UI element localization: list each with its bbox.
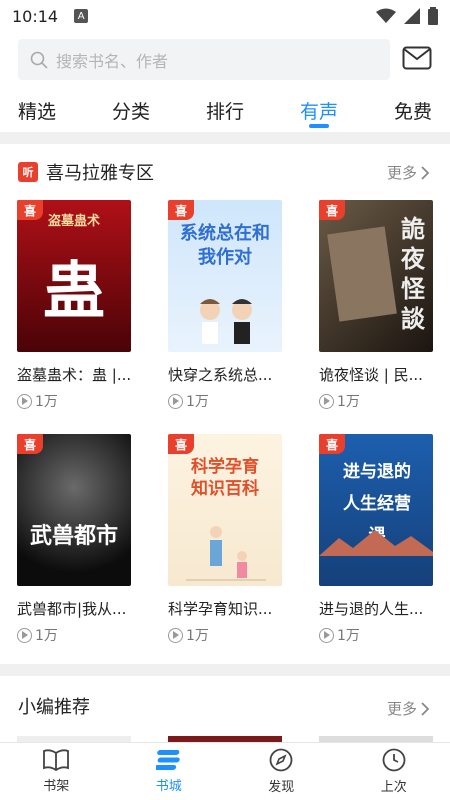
cover-illustration (327, 226, 397, 322)
more-label: 更多 (386, 164, 417, 182)
section-divider (0, 664, 450, 676)
more-label: 更多 (386, 700, 417, 718)
tab-featured[interactable]: 精选 (18, 88, 56, 132)
book-title: 快穿之系统总... (168, 366, 273, 384)
book-cover: 武兽都市 喜 (17, 434, 131, 586)
play-icon (17, 393, 32, 409)
play-icon (168, 393, 183, 409)
cover-illustration (200, 299, 252, 344)
cover-title: 武兽都市 (29, 524, 118, 549)
nav-label: 书架 (43, 779, 70, 794)
book-plays: 1万 (168, 391, 284, 411)
play-count: 1万 (186, 628, 209, 644)
nav-discover[interactable]: 发现 (225, 743, 338, 800)
book-plays: 1万 (168, 625, 284, 645)
book-card[interactable]: 进与退的人生经营课 喜 进与退的人生... 1万 (319, 434, 435, 645)
book-plays: 1万 (17, 391, 133, 411)
editor-picks-section: 小编推荐 更多 (0, 676, 450, 742)
more-link[interactable]: 更多 (387, 162, 430, 183)
cover-big-char: 蛊 (42, 254, 105, 327)
category-tabs: 精选 分类 排行 有声 免费 (0, 88, 450, 132)
play-icon (168, 627, 183, 643)
search-placeholder: 搜索书名、作者 (56, 51, 169, 71)
search-icon (30, 51, 48, 69)
cover-title: 詭夜怪談 (401, 215, 425, 333)
play-icon (319, 627, 334, 643)
section-title: 喜马拉雅专区 (46, 163, 154, 184)
message-button[interactable] (402, 46, 432, 70)
nav-recent[interactable]: 上次 (338, 743, 450, 800)
tab-audio[interactable]: 有声 (300, 88, 338, 132)
status-time: 10:14 (12, 6, 59, 26)
book-plays: 1万 (17, 625, 133, 645)
play-icon (17, 627, 32, 643)
bottom-navigation: 书架 书城 发现 上次 (0, 742, 450, 800)
ximalaya-badge: 喜 (17, 434, 43, 454)
book-title: 盗墓蛊术：蛊 |... (17, 366, 132, 384)
search-bar-area: 搜索书名、作者 (0, 32, 450, 88)
tab-categories[interactable]: 分类 (112, 88, 150, 132)
nav-label: 上次 (380, 780, 407, 795)
battery-icon (428, 7, 438, 25)
book-card[interactable]: 系统总在和我作对 喜 快穿之系统总... 1万 (168, 200, 284, 411)
book-title: 武兽都市|我从... (17, 600, 127, 618)
nav-bookstore[interactable]: 书城 (113, 743, 226, 800)
book-plays: 1万 (319, 391, 435, 411)
book-card[interactable]: 科学孕育知识百科 喜 科学孕育知识... 1万 (168, 434, 284, 645)
book-cover: 科学孕育知识百科 喜 (168, 434, 282, 586)
play-count: 1万 (35, 628, 58, 644)
notification-icon: A (74, 9, 89, 23)
book-cover: 盗墓蛊术 蛊 喜 (17, 200, 131, 352)
book-plays: 1万 (319, 625, 435, 645)
book-icon (43, 749, 70, 771)
chevron-right-icon (421, 165, 430, 180)
wifi-icon (376, 8, 396, 23)
book-cover: 进与退的人生经营课 喜 (319, 434, 433, 586)
book-card[interactable]: 武兽都市 喜 武兽都市|我从... 1万 (17, 434, 133, 645)
more-link[interactable]: 更多 (387, 698, 430, 719)
section-divider (0, 132, 450, 144)
nav-label: 书城 (155, 779, 182, 794)
search-input[interactable]: 搜索书名、作者 (18, 39, 390, 80)
cover-illustration (319, 530, 433, 556)
book-title: 科学孕育知识... (168, 600, 273, 618)
cover-title: 科学孕育知识百科 (191, 457, 259, 499)
ximalaya-logo: 听 (18, 162, 38, 182)
cover-title: 系统总在和我作对 (180, 223, 270, 268)
play-count: 1万 (337, 394, 360, 410)
play-count: 1万 (186, 394, 209, 410)
book-card[interactable]: 詭夜怪談 喜 诡夜怪谈 | 民... 1万 (319, 200, 435, 411)
compass-icon (269, 748, 293, 772)
clock-icon (382, 748, 406, 772)
nav-bookshelf[interactable]: 书架 (0, 743, 113, 800)
book-title: 诡夜怪谈 | 民... (319, 366, 423, 384)
book-title: 进与退的人生... (319, 600, 424, 618)
ximalaya-section: 听 喜马拉雅专区 更多 盗墓蛊术 蛊 喜 盗墓蛊术：蛊 |... 1万 系统总在… (0, 144, 450, 664)
signal-icon (404, 8, 420, 24)
nav-label: 发现 (268, 780, 295, 795)
cover-illustration (186, 526, 266, 581)
book-card[interactable]: 盗墓蛊术 蛊 喜 盗墓蛊术：蛊 |... 1万 (17, 200, 133, 411)
status-bar: 10:14 A (0, 0, 450, 32)
play-count: 1万 (337, 628, 360, 644)
section-title: 小编推荐 (18, 697, 90, 718)
ximalaya-badge: 喜 (168, 434, 194, 454)
ximalaya-badge: 喜 (319, 200, 345, 220)
ximalaya-badge: 喜 (319, 434, 345, 454)
ximalaya-badge: 喜 (168, 200, 194, 220)
tab-free[interactable]: 免费 (394, 88, 432, 132)
store-icon (155, 750, 180, 770)
mail-icon (402, 46, 432, 70)
book-cover: 系统总在和我作对 喜 (168, 200, 282, 352)
tab-rankings[interactable]: 排行 (206, 88, 244, 132)
play-icon (319, 393, 334, 409)
book-cover: 詭夜怪談 喜 (319, 200, 433, 352)
play-count: 1万 (35, 394, 58, 410)
chevron-right-icon (421, 701, 430, 716)
ximalaya-badge: 喜 (17, 200, 43, 220)
